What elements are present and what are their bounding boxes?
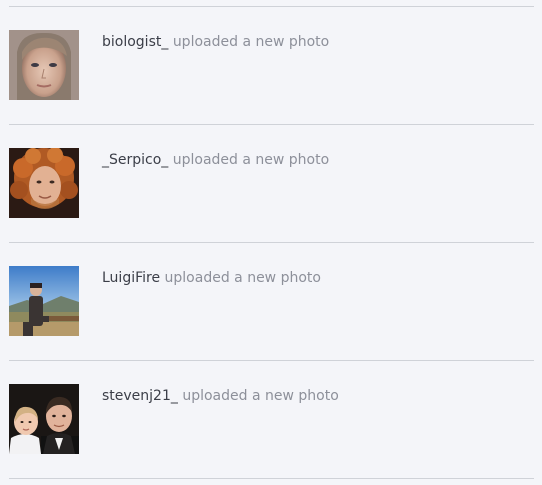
user-photo-icon: [9, 384, 79, 454]
divider: [9, 478, 534, 479]
feed-item: stevenj21_ uploaded a new photo: [9, 361, 534, 478]
avatar[interactable]: [9, 266, 79, 336]
user-photo-icon: [9, 266, 79, 336]
activity-action-text: uploaded a new photo: [172, 34, 330, 50]
activity-text: biologist_ uploaded a new photo: [102, 33, 329, 51]
activity-action-text: uploaded a new photo: [172, 152, 330, 168]
user-photo-icon: [9, 30, 79, 100]
activity-text: LuigiFire uploaded a new photo: [102, 269, 321, 287]
username-link[interactable]: _Serpico_: [102, 152, 168, 168]
username-link[interactable]: LuigiFire: [102, 270, 160, 286]
username-link[interactable]: stevenj21_: [102, 388, 178, 404]
activity-feed: biologist_ uploaded a new photo _Serpico…: [9, 6, 534, 479]
activity-text: _Serpico_ uploaded a new photo: [102, 151, 329, 169]
avatar[interactable]: [9, 148, 79, 218]
feed-item: _Serpico_ uploaded a new photo: [9, 125, 534, 242]
activity-action-text: uploaded a new photo: [164, 270, 321, 286]
activity-text: stevenj21_ uploaded a new photo: [102, 387, 339, 405]
user-photo-icon: [9, 148, 79, 218]
avatar[interactable]: [9, 384, 79, 454]
activity-action-text: uploaded a new photo: [182, 388, 339, 404]
feed-item: LuigiFire uploaded a new photo: [9, 243, 534, 360]
username-link[interactable]: biologist_: [102, 34, 168, 50]
feed-item: biologist_ uploaded a new photo: [9, 7, 534, 124]
avatar[interactable]: [9, 30, 79, 100]
